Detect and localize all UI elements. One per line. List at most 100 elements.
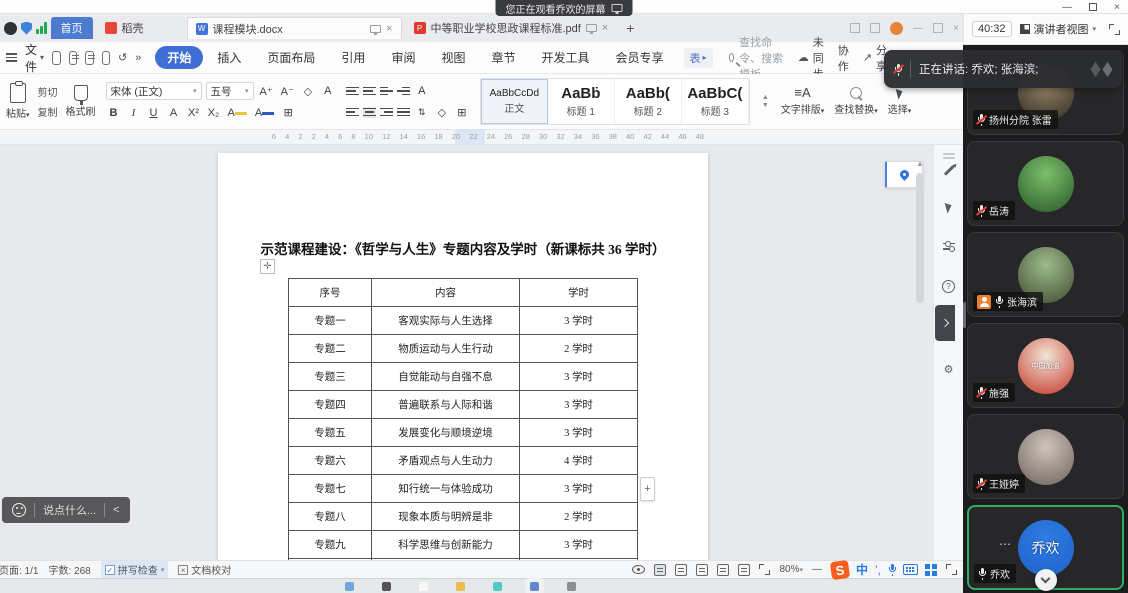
text-layout-button[interactable]: ≡A 文字排版▾ [781,78,825,125]
taskbar-icon-7[interactable] [567,582,576,591]
taskbar-icon-4[interactable] [456,582,465,591]
ribbon-tab-6[interactable]: 视图 [429,46,477,69]
style-preset-1[interactable]: AaBbCcDd正文 [481,79,548,124]
table-cell[interactable]: 3 学时 [520,475,638,503]
my-mic-muted-icon[interactable] [894,64,902,75]
chat-input-placeholder[interactable]: 说点什么... [43,502,96,518]
shading-icon[interactable]: ◇ [434,104,450,121]
table-cell[interactable]: 矛盾观点与人生动力 [372,447,520,475]
subscript-button[interactable]: X₂ [206,104,222,121]
paste-button[interactable]: 粘贴▾ [6,83,30,120]
emoji-icon[interactable] [12,503,26,517]
find-replace-button[interactable]: 查找替换▾ [834,78,878,125]
rail-expand-tab[interactable] [935,305,955,341]
read-view-icon[interactable] [696,564,708,576]
participant-tile-2[interactable]: 岳涛 [967,141,1124,226]
ribbon-tab-4[interactable]: 引用 [329,46,377,69]
wps-maximize-icon[interactable] [933,23,943,33]
table-cell[interactable]: 发展变化与顺境逆境 [372,419,520,447]
proofread-button[interactable]: × 文档校对 [178,562,231,577]
scroll-up-arrow[interactable]: ▲ [916,159,924,168]
text-effect-button[interactable]: A [320,83,336,100]
ime-punct-toggle[interactable]: ’, [875,563,881,577]
table-cell[interactable]: 自觉能动与自强不息 [372,363,520,391]
ribbon-tab-7[interactable]: 章节 [479,46,527,69]
table-cell[interactable]: 专题一 [289,307,372,335]
tab-home[interactable]: 首页 [51,17,93,39]
taskbar-icon-2[interactable] [382,582,391,591]
table-add-button[interactable]: + [640,477,655,501]
decrease-font-button[interactable]: A⁻ [279,83,296,100]
table-cell[interactable]: 物质运动与人生行动 [372,335,520,363]
ribbon-tab-3[interactable]: 页面布局 [255,46,327,69]
grid-icon[interactable] [870,23,880,33]
table-cell[interactable]: 现象本质与明辨是非 [372,503,520,531]
style-preset-4[interactable]: AaBbC(标题 3 [682,79,749,124]
fit-page-icon[interactable] [759,564,770,575]
panel-fullscreen-icon[interactable] [1109,24,1120,35]
table-header-cell[interactable]: 学时 [520,279,638,307]
participant-tile-3[interactable]: 张海滨 [967,232,1124,317]
chat-collapse-button[interactable]: < [113,504,119,516]
keyboard-icon[interactable] [903,564,918,575]
tab-pdf[interactable]: P 中等职业学校思政课程标准.pdf × [406,17,617,39]
gallery-scroll[interactable]: ▲▼ [760,78,771,125]
collaborate-button[interactable]: 协作 [838,42,849,74]
eye-protect-icon[interactable] [632,565,645,574]
page-view-icon[interactable] [654,564,666,576]
table-cell[interactable]: 科学思维与创新能力 [372,531,520,559]
clear-format-button[interactable]: ◇ [300,83,316,100]
web-view-icon[interactable] [717,564,729,576]
table-cell[interactable]: 专题三 [289,363,372,391]
cut-button[interactable]: 剪切 [38,84,58,99]
taskbar-icon-5[interactable] [493,582,502,591]
table-cell[interactable]: 知行统一与体验成功 [372,475,520,503]
new-tab-button[interactable]: + [620,20,640,36]
superscript-button[interactable]: X² [186,104,202,121]
panel-resize-handle[interactable] [963,302,966,328]
help-icon[interactable]: ? [942,280,955,293]
table-cell[interactable]: 专题五 [289,419,372,447]
taskbar-icon-6[interactable] [530,582,539,591]
document-page[interactable]: 示范课程建设：《哲学与人生》专题内容及学时（新课标共 36 学时） 序号内容学时… [218,153,708,560]
tab-document[interactable]: W 课程模块.docx × [187,17,402,39]
table-cell[interactable]: 3 学时 [520,419,638,447]
table-cell[interactable]: 专题九 [289,531,372,559]
chat-quick-bar[interactable]: 说点什么... < [2,497,130,523]
copy-button[interactable]: 复制 [38,104,58,119]
spellcheck-toggle[interactable]: ✓ 拼写检查 ▾ [101,561,169,578]
select-tool-icon[interactable] [944,201,953,213]
ruler[interactable]: 6 4 2 2 4 6 8 10 12 14 16 18 20 22 24 26… [0,130,963,145]
pinned-group-chip[interactable]: 表 ▸ [684,48,713,68]
participant-tile-4[interactable]: 中国加油施强 [967,323,1124,408]
ime-mic-icon[interactable] [888,564,896,575]
char-scale-icon[interactable]: A [414,83,430,100]
decrease-indent-icon[interactable] [380,86,393,97]
borders-icon[interactable]: ⊞ [454,104,470,121]
style-preset-2[interactable]: AaBḃ标题 1 [548,79,615,124]
table-cell[interactable]: 3 学时 [520,363,638,391]
tab-docer[interactable]: 稻壳 [97,17,183,39]
line-spacing-icon[interactable]: ⇅ [414,104,430,121]
table-cell[interactable]: 客观实际与人生选择 [372,307,520,335]
bold-button[interactable]: B [106,104,122,121]
table-cell[interactable]: 4 学时 [520,447,638,475]
style-preset-3[interactable]: AaBb(标题 2 [615,79,682,124]
taskbar-icon-3[interactable] [419,582,428,591]
more-options-dots[interactable]: ⋯ [999,537,1013,551]
ribbon-tab-5[interactable]: 审阅 [379,46,427,69]
align-center-icon[interactable] [363,107,376,118]
format-painter-button[interactable]: 格式刷 [66,85,96,118]
ime-grid-icon[interactable] [925,564,930,569]
table-move-handle[interactable]: ✛ [260,259,275,274]
increase-indent-icon[interactable] [397,86,410,97]
pencil-icon[interactable] [943,165,953,175]
participant-tile-5[interactable]: 王娅婷 [967,414,1124,499]
char-border-button[interactable]: ⊞ [280,104,296,121]
table-cell[interactable]: 3 学时 [520,531,638,559]
table-cell[interactable]: 2 学时 [520,335,638,363]
justify-icon[interactable] [397,107,410,118]
ribbon-tab-8[interactable]: 开发工具 [529,46,601,69]
bullet-list-icon[interactable] [346,86,359,97]
zoom-out-button[interactable]: — [812,564,822,575]
